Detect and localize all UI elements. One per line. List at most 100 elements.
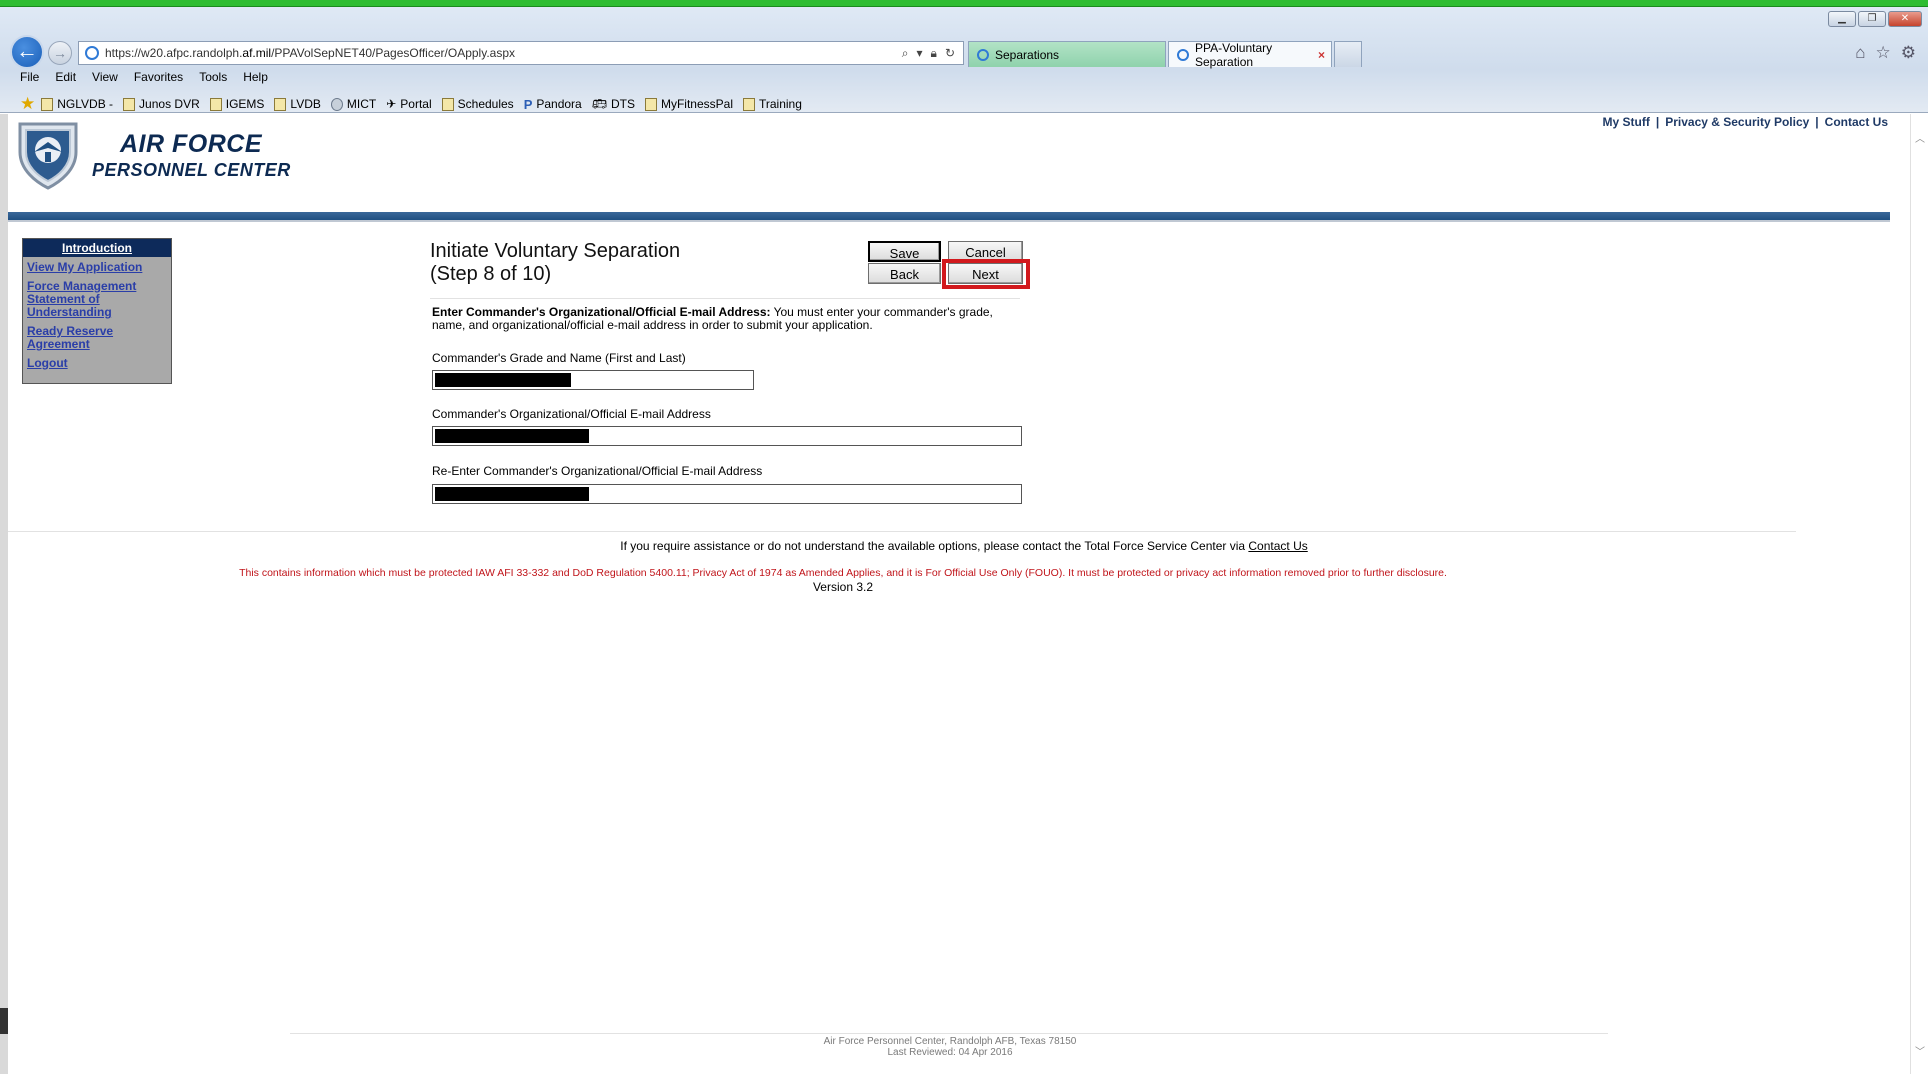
header-divider-bar	[8, 212, 1890, 222]
favorite-schedules[interactable]: Schedules	[441, 97, 514, 111]
back-button[interactable]: Back	[868, 263, 941, 284]
site-title-personnel-center: PERSONNEL CENTER	[92, 160, 291, 180]
minimize-button[interactable]: ▁	[1828, 11, 1856, 27]
page-icon	[209, 97, 222, 111]
contact-us-link[interactable]: Contact Us	[1248, 539, 1307, 553]
favorite-portal[interactable]: ✈ Portal	[386, 97, 431, 111]
refresh-icon[interactable]: ↻	[945, 46, 955, 61]
redacted-value	[435, 373, 571, 387]
menu-edit[interactable]: Edit	[55, 70, 76, 84]
menu-view[interactable]: View	[92, 70, 118, 84]
ie-tab-icon	[1177, 48, 1189, 61]
favorite-junos-dvr[interactable]: Junos DVR	[123, 97, 200, 111]
restore-button[interactable]: ❐	[1858, 11, 1886, 27]
favorite-nglvdb[interactable]: NGLVDB -	[41, 97, 113, 111]
sidebar-item-view-my-application[interactable]: View My Application	[23, 261, 171, 274]
commander-name-input[interactable]	[432, 370, 754, 390]
home-icon[interactable]: ⌂	[1855, 43, 1865, 63]
sidebar-item-introduction[interactable]: Introduction	[23, 239, 171, 257]
commander-reemail-label: Re-Enter Commander's Organizational/Offi…	[432, 464, 763, 478]
afpc-shield-logo	[18, 122, 78, 190]
sidebar-item-force-management-sou[interactable]: Force Management Statement of Understand…	[23, 280, 143, 319]
favorite-dts[interactable]: 🚌︎ DTS	[592, 97, 635, 111]
footer-address: Air Force Personnel Center, Randolph AFB…	[823, 1036, 1077, 1047]
save-button[interactable]: Save	[868, 241, 941, 262]
ie-page-icon	[85, 46, 99, 60]
tab-ppa-voluntary-separation[interactable]: PPA-Voluntary Separation ×	[1168, 40, 1332, 69]
next-button-highlight	[942, 259, 1030, 289]
header-links: My Stuff | Privacy & Security Policy | C…	[1603, 115, 1888, 129]
favorite-myfitnesspal[interactable]: MyFitnessPal	[644, 97, 733, 111]
favorites-star-icon[interactable]: ☆	[1876, 43, 1891, 63]
close-window-button[interactable]: ✕	[1888, 11, 1922, 27]
page-icon	[41, 97, 54, 111]
divider	[290, 1033, 1608, 1034]
pandora-icon: P	[523, 96, 533, 112]
favorites-bar: ★ NGLVDB - Junos DVR IGEMS LVDB MICT ✈ Po…	[20, 94, 806, 114]
site-title-air-force: AIR FORCE	[120, 130, 262, 158]
menu-bar: File Edit View Favorites Tools Help	[20, 70, 268, 84]
favorite-mict[interactable]: MICT	[330, 97, 376, 111]
commander-email-label: Commander's Organizational/Official E-ma…	[432, 407, 711, 421]
instructions-text: Enter Commander's Organizational/Officia…	[432, 305, 993, 332]
dropdown-icon[interactable]: ▾	[917, 46, 923, 61]
gear-icon[interactable]: ⚙	[1901, 43, 1916, 63]
sidebar-nav: Introduction View My Application Force M…	[22, 238, 172, 384]
menu-file[interactable]: File	[20, 70, 39, 84]
globe-icon	[330, 97, 343, 111]
link-my-stuff[interactable]: My Stuff	[1603, 115, 1650, 129]
bus-icon: 🚌︎	[591, 97, 607, 111]
sidebar-item-ready-reserve-agreement[interactable]: Ready Reserve Agreement	[23, 325, 133, 351]
privacy-notice: This contains information which must be …	[239, 567, 1447, 579]
version-text: Version 3.2	[812, 580, 874, 594]
browser-chrome: ▁ ❐ ✕ ← → https://w20.afpc.randolph.af.m…	[0, 7, 1928, 113]
favorite-pandora[interactable]: P Pandora	[524, 97, 582, 112]
favorite-training[interactable]: Training	[743, 97, 802, 111]
divider	[8, 531, 1796, 532]
scrollbar[interactable]: ︿ ﹀	[1910, 114, 1928, 1074]
tab-separations[interactable]: Separations	[968, 41, 1166, 67]
redacted-value	[435, 429, 589, 443]
lock-icon[interactable]: 🔒︎	[931, 46, 937, 61]
tab-label: PPA-Voluntary Separation	[1195, 40, 1273, 69]
commander-reemail-input[interactable]	[432, 484, 1022, 504]
search-icon[interactable]: ⌕	[902, 46, 909, 61]
link-separator: |	[1655, 115, 1660, 129]
sidebar-item-logout[interactable]: Logout	[23, 357, 171, 370]
commander-email-input[interactable]	[432, 426, 1022, 446]
form-step: (Step 8 of 10)	[430, 263, 552, 285]
page-icon	[441, 97, 454, 111]
scroll-down-icon[interactable]: ﹀	[1915, 1043, 1925, 1058]
page-icon	[743, 97, 755, 111]
divider	[430, 298, 1020, 299]
menu-help[interactable]: Help	[243, 70, 268, 84]
footer-last-reviewed: Last Reviewed: 04 Apr 2016	[887, 1047, 1013, 1058]
address-bar[interactable]: https://w20.afpc.randolph.af.mil/PPAVolS…	[78, 41, 964, 65]
favorites-star-icon[interactable]: ★	[20, 94, 35, 114]
ie-tab-icon	[977, 48, 989, 61]
favorite-lvdb[interactable]: LVDB	[274, 97, 321, 111]
forward-arrow-icon[interactable]: →	[48, 41, 72, 65]
window-left-edge	[0, 114, 8, 1074]
browser-toolbar-icons: ⌂ ☆ ⚙	[1855, 43, 1916, 63]
page-icon	[274, 97, 287, 111]
af-wings-icon: ✈	[386, 97, 397, 111]
back-arrow-icon[interactable]: ←	[10, 35, 44, 69]
link-separator: |	[1815, 115, 1819, 129]
url-text: https://w20.afpc.randolph.af.mil/PPAVolS…	[105, 46, 515, 60]
redacted-value	[435, 487, 589, 501]
page-icon	[123, 97, 136, 111]
assistance-text: If you require assistance or do not unde…	[620, 539, 1308, 553]
commander-name-label: Commander's Grade and Name (First and La…	[432, 351, 686, 365]
scroll-up-icon[interactable]: ︿	[1915, 130, 1925, 145]
menu-tools[interactable]: Tools	[199, 70, 227, 84]
window-controls: ▁ ❐ ✕	[1828, 11, 1922, 27]
favorite-igems[interactable]: IGEMS	[209, 97, 264, 111]
tab-close-icon[interactable]: ×	[1318, 48, 1325, 62]
new-tab-button[interactable]	[1334, 41, 1362, 67]
link-privacy-security-policy[interactable]: Privacy & Security Policy	[1665, 115, 1809, 129]
link-contact-us[interactable]: Contact Us	[1825, 115, 1888, 129]
classification-banner	[0, 0, 1928, 7]
menu-favorites[interactable]: Favorites	[134, 70, 183, 84]
tab-label: Separations	[995, 47, 1060, 62]
